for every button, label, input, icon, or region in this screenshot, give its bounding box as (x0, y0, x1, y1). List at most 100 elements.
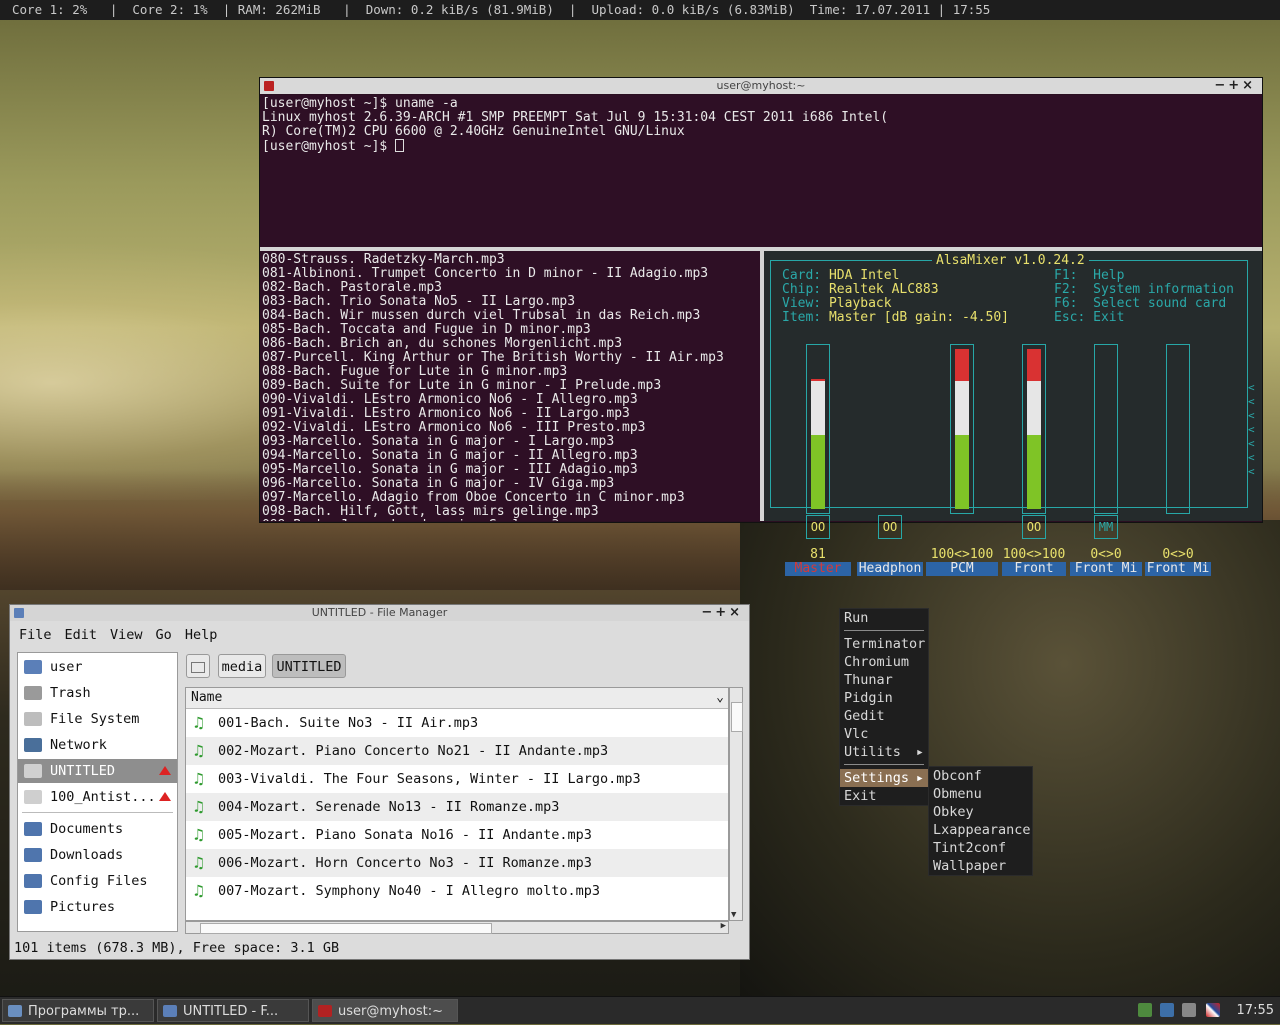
volume-fader[interactable] (1166, 344, 1190, 514)
sidebar-item-file-system[interactable]: File System (18, 707, 177, 731)
folder-icon (24, 900, 42, 914)
terminal-line: 093-Marcello. Sonata in G major - I Larg… (262, 434, 615, 449)
submenu-item-obkey[interactable]: Obkey (929, 803, 1032, 821)
sidebar-item-network[interactable]: Network (18, 733, 177, 757)
menu-separator (844, 630, 924, 631)
path-button-untitled[interactable]: UNTITLED (272, 654, 346, 678)
scroll-thumb[interactable] (200, 923, 492, 934)
channel-name-2[interactable]: PCM (926, 562, 998, 576)
mute-toggle[interactable]: OO (1022, 515, 1046, 539)
sidebar-item-untitled[interactable]: UNTITLED (18, 759, 177, 783)
menu-edit[interactable]: Edit (65, 627, 98, 643)
column-label: Name (191, 690, 223, 705)
sidebar-item-downloads[interactable]: Downloads (18, 843, 177, 867)
terminal-top-pane[interactable]: [user@myhost ~]$ uname -a Linux myhost 2.… (260, 95, 1262, 247)
scroll-thumb[interactable] (731, 702, 743, 732)
alsamixer-pane[interactable]: AlsaMixer v1.0.24.2 Card: HDA Intel Chip… (764, 251, 1262, 576)
menu-item-vlc[interactable]: Vlc (840, 725, 928, 743)
sidebar-item-trash[interactable]: Trash (18, 681, 177, 705)
file-row[interactable]: ♫ 004-Mozart. Serenade No13 - II Romanze.… (186, 793, 728, 821)
terminal-window[interactable]: user@myhost:~ −+× [user@myhost ~]$ uname… (259, 77, 1263, 576)
submenu-item-wallpaper[interactable]: Wallpaper (929, 857, 1032, 875)
window-controls[interactable]: −+× (1214, 78, 1256, 94)
eject-icon[interactable] (159, 766, 171, 775)
column-header-name[interactable]: Name ⌄ (186, 688, 728, 709)
channel-name-4[interactable]: Front Mi (1070, 562, 1142, 576)
menu-item-gedit[interactable]: Gedit (840, 707, 928, 725)
clipboard-icon[interactable] (1138, 1003, 1152, 1017)
vertical-scrollbar[interactable]: ▼ (729, 687, 743, 921)
menu-header-run[interactable]: Run (840, 609, 928, 627)
file-manager-window[interactable]: UNTITLED - File Manager −+× File Edit View… (9, 604, 750, 960)
terminal-line: [user@myhost ~]$ uname -a (262, 96, 458, 111)
mute-toggle[interactable]: OO (806, 515, 830, 539)
file-row[interactable]: ♫ 002-Mozart. Piano Concerto No21 - II An… (186, 737, 728, 765)
level-green (955, 435, 969, 509)
taskbar-task[interactable]: user@myhost:~ (312, 999, 458, 1022)
path-toggle-button[interactable] (186, 654, 210, 678)
volume-fader[interactable] (1094, 344, 1118, 514)
menu-item-chromium[interactable]: Chromium (840, 653, 928, 671)
terminal-titlebar[interactable]: user@myhost:~ −+× (260, 78, 1262, 94)
channel-name-1[interactable]: Headphon (857, 562, 923, 576)
file-row[interactable]: ♫ 006-Mozart. Horn Concerto No3 - II Roma… (186, 849, 728, 877)
arrow-right-icon[interactable]: ▶ (721, 921, 726, 931)
sidebar-item-user[interactable]: user (18, 655, 177, 679)
menu-go[interactable]: Go (156, 627, 172, 643)
arrow-down-icon[interactable]: ▼ (731, 910, 736, 920)
menu-item-terminator[interactable]: Terminator (840, 635, 928, 653)
terminal-line: 099-Bach. Jesu, der du meine Seele.mp3 (262, 519, 758, 522)
keyboard-layout-flag-icon[interactable] (1206, 1003, 1220, 1017)
terminal-line: 083-Bach. Trio Sonata No5 - II Largo.mp3 (262, 294, 576, 309)
submenu-item-obconf[interactable]: Obconf (929, 767, 1032, 785)
submenu-item-lxappearance[interactable]: Lxappearance (929, 821, 1032, 839)
volume-fader[interactable] (806, 344, 830, 514)
path-button-media[interactable]: media (218, 654, 266, 678)
channel-name-3[interactable]: Front (1002, 562, 1066, 576)
menu-view[interactable]: View (110, 627, 143, 643)
window-controls[interactable]: −+× (701, 605, 743, 621)
menu-item-thunar[interactable]: Thunar (840, 671, 928, 689)
view-value: Playback (828, 296, 892, 311)
file-row[interactable]: ♫ 001-Bach. Suite No3 - II Air.mp3 (186, 709, 728, 737)
menu-item-pidgin[interactable]: Pidgin (840, 689, 928, 707)
submenu-item-obmenu[interactable]: Obmenu (929, 785, 1032, 803)
file-manager-titlebar[interactable]: UNTITLED - File Manager −+× (10, 605, 749, 621)
menu-item-exit[interactable]: Exit (840, 787, 928, 805)
arrow-right-icon: ▸ (915, 744, 924, 760)
alsamixer-key-help: F1: Help F2: System information F6: Select… (1054, 269, 1234, 325)
horizontal-scrollbar[interactable]: ▶ (185, 921, 729, 934)
file-name: 004-Mozart. Serenade No13 - II Romanze.m… (218, 799, 560, 815)
volume-icon[interactable] (1182, 1003, 1196, 1017)
home-icon (24, 660, 42, 674)
menu-separator (844, 764, 924, 765)
network-icon[interactable] (1160, 1003, 1174, 1017)
channel-name-5[interactable]: Front Mi (1145, 562, 1211, 576)
menu-label: Settings (844, 770, 910, 786)
sidebar-item-config-files[interactable]: Config Files (18, 869, 177, 893)
terminal-left-pane[interactable]: 080-Strauss. Radetzky-March.mp3 081-Albin… (260, 251, 760, 521)
menu-file[interactable]: File (19, 627, 52, 643)
sidebar-item-documents[interactable]: Documents (18, 817, 177, 841)
file-row[interactable]: ♫ 005-Mozart. Piano Sonata No16 - II Anda… (186, 821, 728, 849)
menu-item-utilits[interactable]: Utilits ▸ (840, 743, 928, 761)
key-help-line: F2: System information (1054, 282, 1235, 297)
task-label: user@myhost:~ (338, 1004, 444, 1019)
mute-toggle[interactable]: OO (878, 515, 902, 539)
sidebar-item-100-antist-[interactable]: 100_Antist... (18, 785, 177, 809)
file-row[interactable]: ♫ 007-Mozart. Symphony No40 - I Allegro m… (186, 877, 728, 905)
menu-help[interactable]: Help (185, 627, 218, 643)
taskbar-task[interactable]: Программы тр... (2, 999, 154, 1022)
file-list[interactable]: Name ⌄ ♫ 001-Bach. Suite No3 - II Air.mp3… (185, 687, 729, 921)
channel-name-0[interactable]: Master (785, 562, 851, 576)
volume-fader[interactable] (950, 344, 974, 514)
taskbar-task[interactable]: UNTITLED - F... (157, 999, 309, 1022)
submenu-item-tint2conf[interactable]: Tint2conf (929, 839, 1032, 857)
mute-toggle[interactable]: MM (1094, 515, 1118, 539)
chip-key: Chip: (782, 282, 822, 297)
sidebar-item-pictures[interactable]: Pictures (18, 895, 177, 919)
menu-item-settings[interactable]: Settings ▸ (840, 769, 928, 787)
file-row[interactable]: ♫ 003-Vivaldi. The Four Seasons, Winter -… (186, 765, 728, 793)
eject-icon[interactable] (159, 792, 171, 801)
volume-fader[interactable] (1022, 344, 1046, 514)
